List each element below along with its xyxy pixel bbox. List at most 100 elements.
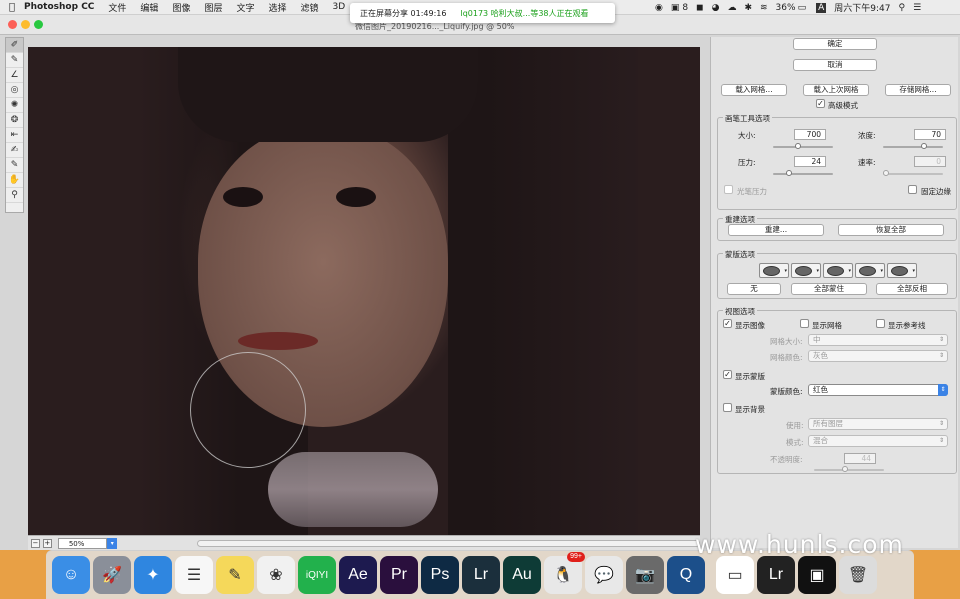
restore-all-button[interactable]: 恢复全部 xyxy=(838,224,944,236)
density-label: 浓度: xyxy=(858,131,876,140)
dock-photos-icon[interactable]: ❀ xyxy=(257,556,295,594)
bluetooth-icon[interactable]: ✱ xyxy=(744,3,752,13)
density-field[interactable]: 70 xyxy=(914,129,946,140)
mask-intersect-button[interactable]: ▾ xyxy=(855,263,885,278)
dock-wechat-icon[interactable]: 💬 xyxy=(585,556,623,594)
menu-app-name[interactable]: Photoshop CC xyxy=(24,2,94,12)
menu-3d[interactable]: 3D xyxy=(333,2,346,12)
zoom-in-button[interactable]: + xyxy=(42,538,52,548)
bloat-tool[interactable]: ❂ xyxy=(6,113,23,128)
mode-value: 混合 xyxy=(813,436,828,445)
pin-edges-checkbox[interactable] xyxy=(908,185,917,194)
menu-type[interactable]: 文字 xyxy=(236,1,254,14)
zoom-tool[interactable]: ⚲ xyxy=(6,188,23,203)
apple-menu-icon[interactable]:  xyxy=(0,2,24,13)
notification-center-icon[interactable]: ☰ xyxy=(913,3,921,13)
cancel-button[interactable]: 取消 xyxy=(793,59,877,71)
zoom-level-field[interactable]: 50% xyxy=(57,537,108,549)
mask-color-select[interactable]: 红色 ⇕ xyxy=(808,384,948,396)
hand-tool[interactable]: ✋ xyxy=(6,173,23,188)
zoom-out-button[interactable]: − xyxy=(31,538,40,548)
zoom-window-icon[interactable] xyxy=(34,20,43,29)
show-mesh-checkbox[interactable] xyxy=(800,319,809,328)
input-method-icon[interactable]: A xyxy=(816,2,827,13)
menu-image[interactable]: 图像 xyxy=(172,1,190,14)
zoom-dropdown-icon[interactable]: ▾ xyxy=(107,537,118,549)
load-last-mesh-button[interactable]: 载入上次网格 xyxy=(803,84,869,96)
reconstruct-tool[interactable]: ✎ xyxy=(6,53,23,68)
opacity-label: 不透明度: xyxy=(770,455,803,464)
horizontal-scrollbar[interactable] xyxy=(197,539,701,547)
mask-none-button[interactable]: 无 xyxy=(727,283,781,295)
smooth-tool[interactable]: ∠ xyxy=(6,68,23,83)
pressure-slider-knob[interactable] xyxy=(785,170,792,176)
dock-lightroom-icon[interactable]: Lr xyxy=(462,556,500,594)
ps-icon[interactable]: ◼ xyxy=(696,3,703,13)
show-backdrop-checkbox[interactable] xyxy=(723,403,732,412)
menu-edit[interactable]: 编辑 xyxy=(140,1,158,14)
thaw-mask-tool[interactable]: ✎ xyxy=(6,158,23,173)
mask-subtract-button[interactable]: ▾ xyxy=(823,263,853,278)
size-slider[interactable] xyxy=(773,143,833,149)
load-mesh-button[interactable]: 载入网格... xyxy=(721,84,787,96)
menu-layer[interactable]: 图层 xyxy=(204,1,222,14)
photo-eye-left xyxy=(223,187,263,207)
dock-minimized-doc-3-icon[interactable]: ▣ xyxy=(798,556,836,594)
dock-image-capture-icon[interactable]: 📷 xyxy=(626,556,664,594)
advanced-mode-checkbox[interactable]: ✓ xyxy=(816,99,825,108)
dock-notes-icon[interactable]: ✎ xyxy=(216,556,254,594)
density-slider-knob[interactable] xyxy=(920,143,927,149)
show-image-checkbox[interactable]: ✓ xyxy=(723,319,732,328)
dock-minimized-doc-1-icon[interactable]: ▭ xyxy=(716,556,754,594)
dock-trash-icon[interactable]: 🗑 xyxy=(839,556,877,594)
image-canvas[interactable] xyxy=(28,47,700,535)
menu-select[interactable]: 选择 xyxy=(268,1,286,14)
dock-finder-icon[interactable]: ☺ xyxy=(52,556,90,594)
close-window-icon[interactable] xyxy=(8,20,17,29)
mask-add-button[interactable]: ▾ xyxy=(791,263,821,278)
density-slider[interactable] xyxy=(883,143,943,149)
pressure-slider[interactable] xyxy=(773,170,833,176)
dock-launchpad-icon[interactable]: 🚀 xyxy=(93,556,131,594)
push-left-tool[interactable]: ⇤ xyxy=(6,128,23,143)
dock-quicktime-icon[interactable]: Q xyxy=(667,556,705,594)
battery-icon[interactable]: ▭ xyxy=(798,3,807,13)
save-mesh-button[interactable]: 存储网格... xyxy=(885,84,951,96)
wechat-status-icon[interactable]: ◕ xyxy=(712,3,720,13)
dock-after-effects-icon[interactable]: Ae xyxy=(339,556,377,594)
forward-warp-tool[interactable]: ✐ xyxy=(6,38,23,53)
search-icon[interactable]: ⚲ xyxy=(898,3,905,13)
reconstruct-button[interactable]: 重建... xyxy=(728,224,824,236)
size-field[interactable]: 700 xyxy=(794,129,826,140)
size-slider-knob[interactable] xyxy=(794,143,801,149)
dock-reminders-icon[interactable]: ☰ xyxy=(175,556,213,594)
dock-minimized-doc-2-icon[interactable]: Lr xyxy=(757,556,795,594)
show-guides-checkbox[interactable] xyxy=(876,319,885,328)
menu-file[interactable]: 文件 xyxy=(108,1,126,14)
freeze-mask-tool[interactable]: ✍ xyxy=(6,143,23,158)
menu-filter[interactable]: 滤镜 xyxy=(301,1,319,14)
mask-replace-button[interactable]: ▾ xyxy=(759,263,789,278)
dock-safari-icon[interactable]: ✦ xyxy=(134,556,172,594)
dock-photoshop-icon[interactable]: Ps xyxy=(421,556,459,594)
show-mask-checkbox[interactable]: ✓ xyxy=(723,370,732,379)
screen-icon[interactable]: ▣ xyxy=(671,3,680,13)
pucker-tool[interactable]: ✺ xyxy=(6,98,23,113)
share-viewers[interactable]: lq0173 哈利大叔...等38人正在观看 xyxy=(460,8,588,19)
record-icon[interactable]: ◉ xyxy=(655,3,663,13)
wifi-icon[interactable]: ≋ xyxy=(760,3,768,13)
dock-premiere-label: Pr xyxy=(391,566,407,583)
mask-all-button[interactable]: 全部蒙住 xyxy=(791,283,867,295)
minimize-window-icon[interactable] xyxy=(21,20,30,29)
cloud-icon[interactable]: ☁ xyxy=(727,3,736,13)
mask-invert-button[interactable]: ▾ xyxy=(887,263,917,278)
dock-audition-icon[interactable]: Au xyxy=(503,556,541,594)
dock-premiere-icon[interactable]: Pr xyxy=(380,556,418,594)
twirl-clockwise-tool[interactable]: ◎ xyxy=(6,83,23,98)
dock-iqiyi-icon[interactable]: iQIYI xyxy=(298,556,336,594)
ok-button[interactable]: 确定 xyxy=(793,38,877,50)
dock-qq-icon[interactable]: 🐧 99+ xyxy=(544,552,585,594)
pressure-field[interactable]: 24 xyxy=(794,156,826,167)
invert-all-button[interactable]: 全部反相 xyxy=(876,283,948,295)
clock[interactable]: 周六下午9:47 xyxy=(834,1,890,14)
